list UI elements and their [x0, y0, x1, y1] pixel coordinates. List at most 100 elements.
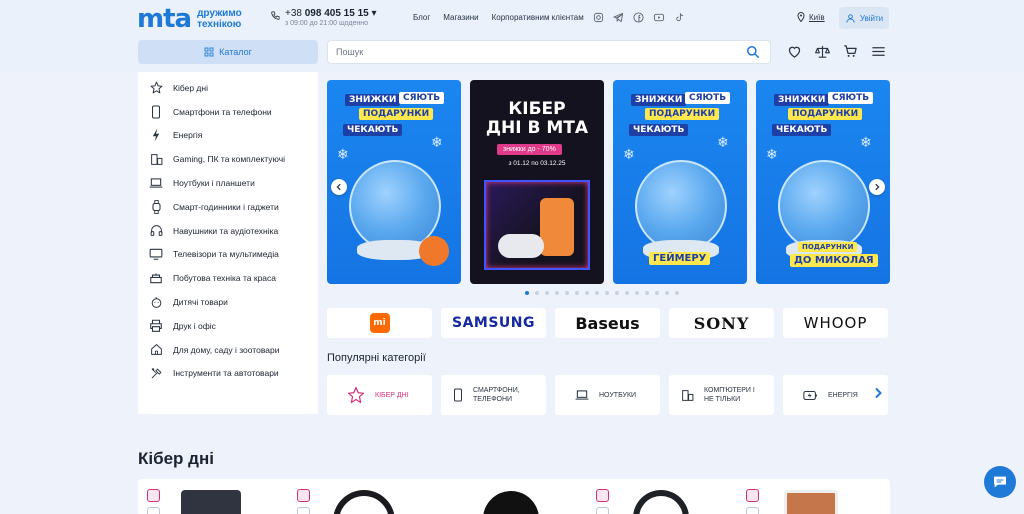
login-button[interactable]: Увійти	[839, 7, 889, 29]
nav-blog-link[interactable]: Блог	[413, 13, 430, 22]
promo-badge-icon	[746, 489, 759, 502]
brand-xiaomi[interactable]: mi	[327, 308, 432, 338]
product-image-headphones[interactable]	[333, 490, 395, 514]
tiktok-icon[interactable]	[674, 12, 685, 23]
search-icon[interactable]	[746, 45, 760, 59]
logo-mark: mta	[137, 4, 192, 34]
battery-icon	[803, 390, 818, 401]
slider-dot[interactable]	[525, 291, 529, 295]
slider-dot[interactable]	[675, 291, 679, 295]
slider-dot[interactable]	[655, 291, 659, 295]
slider-dot[interactable]	[635, 291, 639, 295]
cart-icon[interactable]	[843, 44, 858, 59]
sidebar-item-laptops[interactable]: Ноутбуки і планшети	[138, 171, 318, 195]
phone-hours: з 09:00 до 21:00 щоденно	[285, 20, 369, 27]
sidebar-item-smartphones[interactable]: Смартфони та телефони	[138, 100, 318, 124]
sidebar-item-energy[interactable]: Енергія	[138, 124, 318, 148]
brand-baseus[interactable]: Baseus	[555, 308, 660, 338]
chevron-right-icon	[875, 183, 880, 191]
brand-samsung[interactable]: SAMSUNG	[441, 308, 546, 338]
tv-icon	[149, 247, 163, 261]
promo-banner-1[interactable]: ЗНИЖКИ СЯЮТЬ ПОДАРУНКИ ЧЕКАЮТЬ ❄ ❄	[327, 80, 461, 284]
sidebar-item-home-garden[interactable]: Для дому, саду і зоотовари	[138, 338, 318, 362]
sidebar-item-tools[interactable]: Інструменти та автотовари	[138, 362, 318, 386]
popular-smartphones[interactable]: СМАРТФОНИ, ТЕЛЕФОНИ	[441, 375, 546, 415]
cyber-days-products	[138, 479, 890, 514]
slider-dot[interactable]	[575, 291, 579, 295]
brand-sony[interactable]: SONY	[669, 308, 774, 338]
city-selector[interactable]: Київ	[797, 12, 825, 22]
search-input[interactable]	[328, 41, 728, 63]
slider-next-button[interactable]	[869, 179, 885, 195]
chat-button[interactable]	[984, 466, 1016, 498]
compare-scales-icon[interactable]	[815, 44, 830, 59]
instagram-icon[interactable]	[593, 12, 604, 23]
promo-badge-icon	[297, 489, 310, 502]
promo-banner-2[interactable]: КІБЕР ДНІ В МТА знижки до - 70% з 01.12 …	[470, 80, 604, 284]
promo-banner-3[interactable]: ЗНИЖКИ СЯЮТЬ ПОДАРУНКИ ЧЕКАЮТЬ ❄ ❄ ГЕЙМЕ…	[613, 80, 747, 284]
sidebar-item-gaming[interactable]: Gaming, ПК та комплектуючі	[138, 147, 318, 171]
phone-icon	[270, 11, 280, 21]
baby-icon	[149, 295, 163, 309]
slider-dot[interactable]	[595, 291, 599, 295]
slider-prev-button[interactable]	[331, 179, 347, 195]
slider-dot[interactable]	[615, 291, 619, 295]
snowflake-icon: ❄	[766, 146, 778, 162]
gamepad-image	[498, 234, 544, 258]
sidebar-item-print-office[interactable]: Друк і офіс	[138, 314, 318, 338]
youtube-icon[interactable]	[653, 12, 665, 23]
nav-stores-link[interactable]: Магазини	[443, 13, 478, 22]
phone-image	[540, 198, 574, 256]
phone-number: +38 098 405 15 15 ▾	[285, 8, 377, 19]
product-image-accessory[interactable]	[784, 490, 838, 514]
chevron-left-icon	[336, 183, 341, 191]
popular-categories-title: Популярні категорії	[327, 352, 426, 364]
catalog-button[interactable]: Каталог	[138, 40, 318, 64]
sidebar-item-cyber-days[interactable]: Кібер дні	[138, 76, 318, 100]
logo-slogan: дружимо технікою	[197, 8, 242, 30]
popular-computers[interactable]: КОМП'ЮТЕРИ І НЕ ТІЛЬКИ	[669, 375, 774, 415]
product-image-phone[interactable]	[181, 490, 241, 514]
menu-icon[interactable]	[871, 44, 886, 59]
slider-dot[interactable]	[545, 291, 549, 295]
slider-dot[interactable]	[555, 291, 559, 295]
sidebar-item-kids[interactable]: Дитячі товари	[138, 290, 318, 314]
popular-laptops[interactable]: НОУТБУКИ	[555, 375, 660, 415]
slider-dot[interactable]	[665, 291, 669, 295]
slider-dot[interactable]	[645, 291, 649, 295]
sidebar-item-smartwatches[interactable]: Смарт-годинники і гаджети	[138, 195, 318, 219]
phone-block[interactable]: +38 098 405 15 15 ▾ з 09:00 до 21:00 щод…	[270, 8, 377, 27]
brand-whoop[interactable]: WHOOP	[783, 308, 888, 338]
popular-cyber-days[interactable]: КІБЕР ДНІ	[327, 375, 432, 415]
slider-dot[interactable]	[565, 291, 569, 295]
header: mta дружимо технікою +38 098 405 15 15 ▾…	[0, 0, 1024, 72]
product-image-watch[interactable]	[633, 490, 689, 514]
snowflake-icon: ❄	[717, 134, 729, 150]
pc-icon	[681, 389, 694, 402]
slider-dot[interactable]	[535, 291, 539, 295]
snowflake-icon: ❄	[337, 146, 349, 162]
sidebar-item-appliances[interactable]: Побутова техніка та краса	[138, 266, 318, 290]
category-sidebar: Кібер дні Смартфони та телефони Енергія …	[138, 72, 318, 414]
sidebar-item-tv[interactable]: Телевізори та мультимедіа	[138, 243, 318, 267]
nav-corporate-link[interactable]: Корпоративним клієнтам	[492, 13, 584, 22]
banner-title: КІБЕР ДНІ В МТА	[485, 99, 589, 138]
smartphone-icon	[453, 388, 463, 402]
slider-dot[interactable]	[605, 291, 609, 295]
slider-dots	[525, 291, 679, 295]
social-links	[593, 12, 685, 23]
snowflake-icon: ❄	[860, 134, 872, 150]
promo-slider: ЗНИЖКИ СЯЮТЬ ПОДАРУНКИ ЧЕКАЮТЬ ❄ ❄ КІБЕР…	[327, 80, 890, 285]
heart-icon[interactable]	[787, 44, 802, 59]
logo[interactable]: mta дружимо технікою	[137, 6, 242, 32]
popular-next-button[interactable]	[873, 387, 883, 399]
facebook-icon[interactable]	[633, 12, 644, 23]
laptop-icon	[575, 389, 589, 401]
slider-dot[interactable]	[585, 291, 589, 295]
telegram-icon[interactable]	[613, 12, 624, 23]
slider-dot[interactable]	[625, 291, 629, 295]
compare-badge-icon	[746, 507, 759, 514]
xiaomi-logo: mi	[369, 313, 390, 333]
product-image-speaker[interactable]	[483, 491, 539, 514]
sidebar-item-headphones[interactable]: Навушники та аудіотехніка	[138, 219, 318, 243]
